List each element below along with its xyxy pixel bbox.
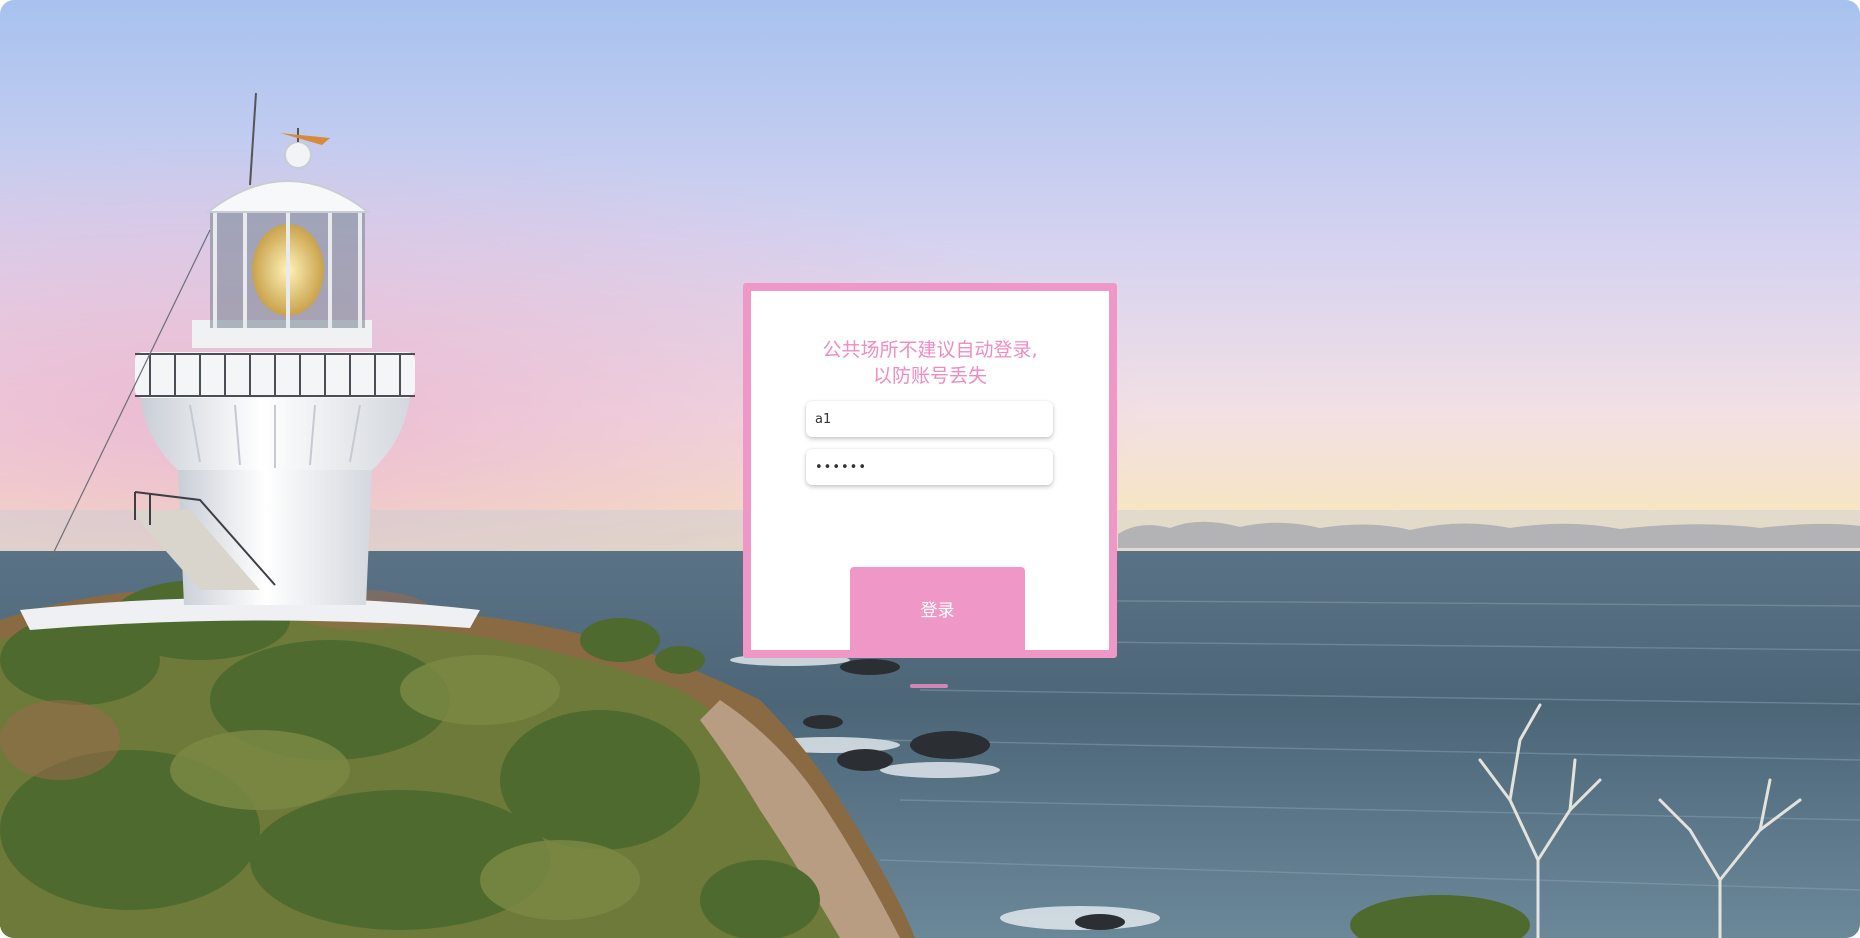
link-underline-mark[interactable]: [910, 684, 948, 688]
login-notice-line2: 以防账号丢失: [872, 365, 987, 387]
login-notice: 公共场所不建议自动登录, 以防账号丢失: [751, 337, 1109, 389]
login-button[interactable]: 登录: [850, 567, 1025, 650]
login-screen: 公共场所不建议自动登录, 以防账号丢失 登录: [0, 0, 1860, 938]
password-input[interactable]: [806, 449, 1053, 485]
login-notice-line1: 公共场所不建议自动登录,: [822, 339, 1038, 361]
username-input[interactable]: [806, 401, 1053, 437]
login-card: 公共场所不建议自动登录, 以防账号丢失 登录: [743, 283, 1117, 658]
